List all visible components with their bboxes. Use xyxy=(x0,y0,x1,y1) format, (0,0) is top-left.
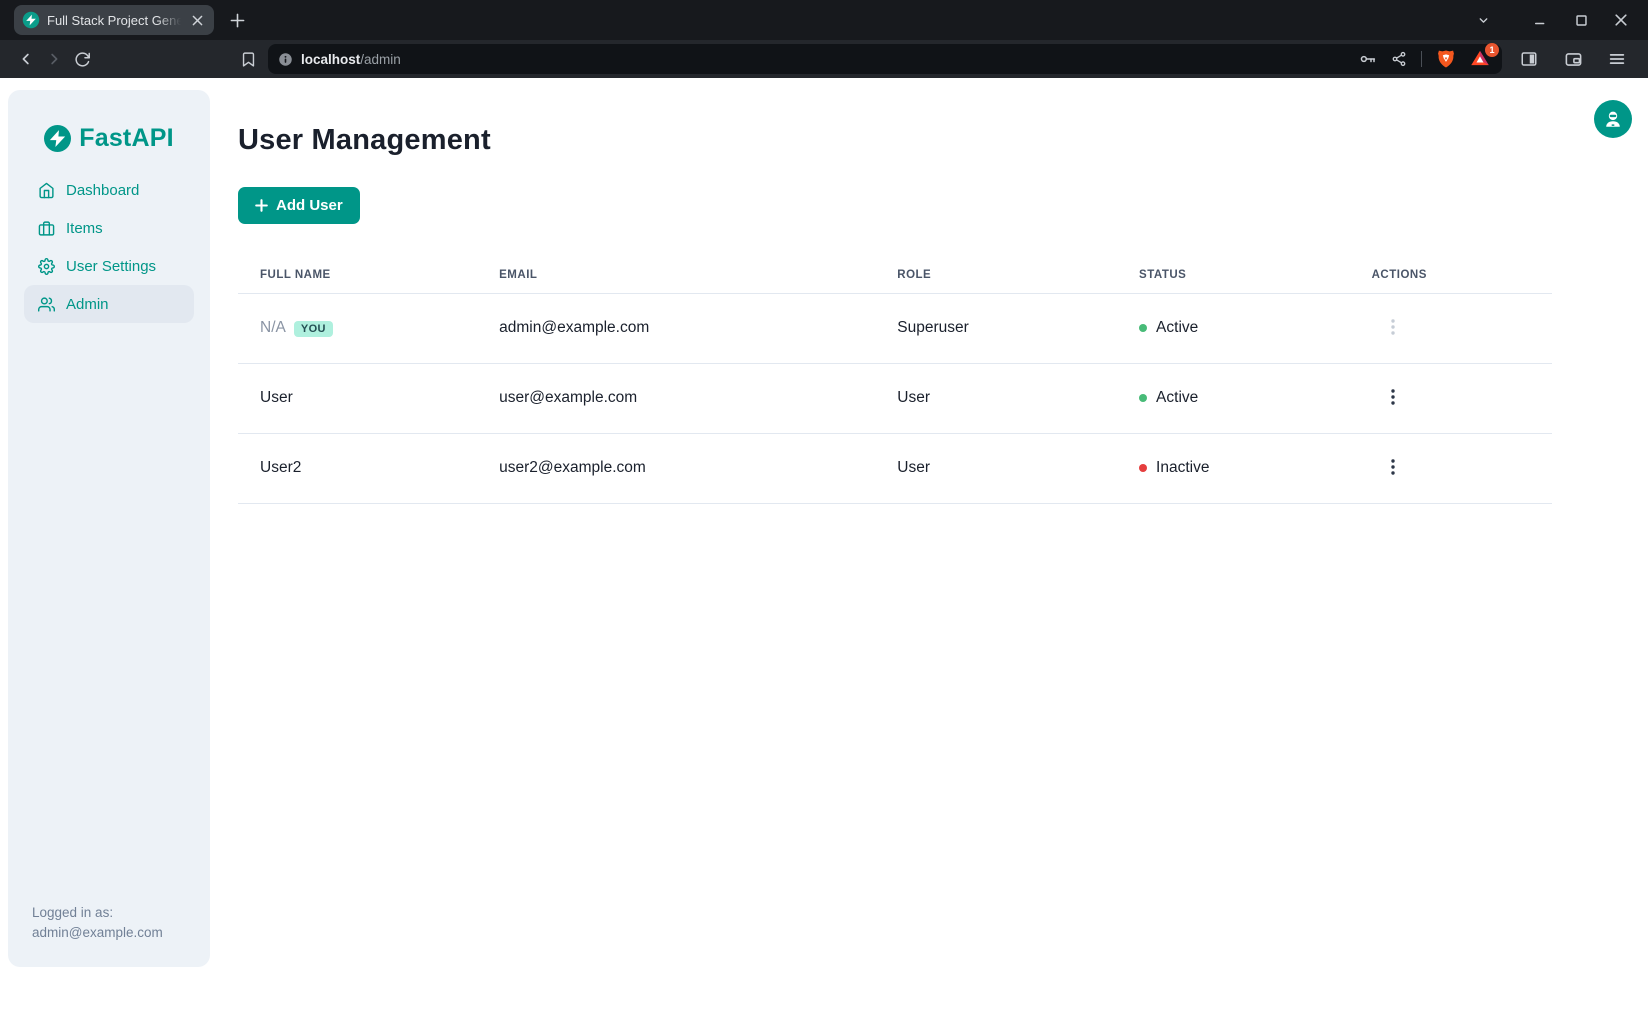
status-label: Active xyxy=(1156,389,1198,407)
col-header-status: STATUS xyxy=(1117,257,1350,293)
sidebar-item-label: Items xyxy=(66,220,103,237)
status-label: Inactive xyxy=(1156,459,1209,477)
sidebar-item-items[interactable]: Items xyxy=(24,209,194,247)
row-actions-menu-icon[interactable] xyxy=(1378,384,1408,413)
cell-role: User xyxy=(875,363,1117,433)
cell-actions xyxy=(1350,293,1552,363)
brave-shield-icon[interactable] xyxy=(1436,49,1456,69)
browser-toolbar: localhost/admin 1 xyxy=(0,40,1648,78)
users-icon xyxy=(38,296,55,313)
cell-actions xyxy=(1350,363,1552,433)
row-actions-menu-icon[interactable] xyxy=(1378,454,1408,483)
cell-status: Inactive xyxy=(1117,433,1350,503)
close-window-button[interactable] xyxy=(1608,7,1634,33)
site-info-icon[interactable] xyxy=(278,52,293,67)
you-badge: YOU xyxy=(294,321,333,337)
page-title: User Management xyxy=(238,124,1552,157)
table-row: N/A YOU admin@example.com Superuser Activ… xyxy=(238,293,1552,363)
sidebar-item-label: User Settings xyxy=(66,258,156,275)
browser-tab[interactable]: Full Stack Project Genera xyxy=(14,5,214,35)
cell-status: Active xyxy=(1117,363,1350,433)
sidebar-item-label: Dashboard xyxy=(66,182,139,199)
user-menu-avatar-button[interactable] xyxy=(1594,100,1632,138)
cell-actions xyxy=(1350,433,1552,503)
menu-hamburger-icon[interactable] xyxy=(1604,46,1630,72)
add-user-label: Add User xyxy=(276,197,343,214)
users-table: FULL NAME EMAIL ROLE STATUS ACTIONS N/A Y… xyxy=(238,257,1552,504)
logged-in-label: Logged in as: xyxy=(32,903,194,923)
browser-window: Full Stack Project Genera xyxy=(0,0,1648,1025)
cell-email: admin@example.com xyxy=(477,293,875,363)
logged-in-info: Logged in as: admin@example.com xyxy=(8,903,210,967)
cell-email: user2@example.com xyxy=(477,433,875,503)
col-header-role: ROLE xyxy=(875,257,1117,293)
brave-rewards-icon[interactable]: 1 xyxy=(1470,48,1492,70)
browser-titlebar: Full Stack Project Genera xyxy=(0,0,1648,40)
status-dot xyxy=(1139,394,1147,402)
sidebar-item-label: Admin xyxy=(66,296,109,313)
sidebar-item-user-settings[interactable]: User Settings xyxy=(24,247,194,285)
cell-email: user@example.com xyxy=(477,363,875,433)
address-bar[interactable]: localhost/admin 1 xyxy=(268,44,1502,74)
sidebar-nav: Dashboard Items User Settings xyxy=(8,171,210,323)
status-dot xyxy=(1139,324,1147,332)
bookmark-icon[interactable] xyxy=(234,45,262,73)
fastapi-logo-icon xyxy=(44,125,71,152)
cell-role: User xyxy=(875,433,1117,503)
main-content: User Management Add User FULL NAME EMAIL… xyxy=(238,78,1552,504)
home-icon xyxy=(38,182,55,199)
full-name-value: N/A xyxy=(260,319,286,336)
rewards-badge: 1 xyxy=(1485,43,1499,57)
minimize-button[interactable] xyxy=(1528,7,1554,33)
sidebar-toggle-icon[interactable] xyxy=(1516,46,1542,72)
tab-close-icon[interactable] xyxy=(188,11,206,29)
app-logo: FastAPI xyxy=(8,124,210,153)
tab-search-chevron-icon[interactable] xyxy=(1470,7,1496,33)
table-row: User user@example.com User Active xyxy=(238,363,1552,433)
new-tab-button[interactable] xyxy=(224,7,250,33)
cell-full-name: User xyxy=(238,363,477,433)
back-button[interactable] xyxy=(12,45,40,73)
gear-icon xyxy=(38,258,55,275)
cell-full-name: User2 xyxy=(238,433,477,503)
wallet-icon[interactable] xyxy=(1560,46,1586,72)
maximize-button[interactable] xyxy=(1568,7,1594,33)
cell-full-name: N/A YOU xyxy=(238,293,477,363)
fastapi-favicon-icon xyxy=(22,11,40,29)
reload-button[interactable] xyxy=(68,45,96,73)
page-content: FastAPI Dashboard Items xyxy=(0,78,1648,1025)
logged-in-email: admin@example.com xyxy=(32,923,194,943)
status-dot xyxy=(1139,464,1147,472)
table-row: User2 user2@example.com User Inactive xyxy=(238,433,1552,503)
url-host: localhost xyxy=(301,52,360,67)
user-astronaut-icon xyxy=(1602,108,1624,130)
toolbar-separator xyxy=(1421,51,1422,67)
table-header-row: FULL NAME EMAIL ROLE STATUS ACTIONS xyxy=(238,257,1552,293)
cell-role: Superuser xyxy=(875,293,1117,363)
url-text: localhost/admin xyxy=(301,52,1359,67)
password-key-icon[interactable] xyxy=(1359,50,1377,68)
add-user-button[interactable]: Add User xyxy=(238,187,360,224)
app-logo-text: FastAPI xyxy=(79,124,173,153)
sidebar-item-admin[interactable]: Admin xyxy=(24,285,194,323)
sidebar-item-dashboard[interactable]: Dashboard xyxy=(24,171,194,209)
plus-icon xyxy=(255,199,268,212)
forward-button xyxy=(40,45,68,73)
col-header-actions: ACTIONS xyxy=(1350,257,1552,293)
cell-status: Active xyxy=(1117,293,1350,363)
status-label: Active xyxy=(1156,319,1198,337)
share-icon[interactable] xyxy=(1391,51,1407,67)
app-sidebar: FastAPI Dashboard Items xyxy=(8,90,210,967)
col-header-email: EMAIL xyxy=(477,257,875,293)
col-header-full-name: FULL NAME xyxy=(238,257,477,293)
url-path: /admin xyxy=(360,52,401,67)
briefcase-icon xyxy=(38,220,55,237)
tab-title: Full Stack Project Genera xyxy=(47,13,181,28)
row-actions-menu-icon xyxy=(1378,314,1408,343)
